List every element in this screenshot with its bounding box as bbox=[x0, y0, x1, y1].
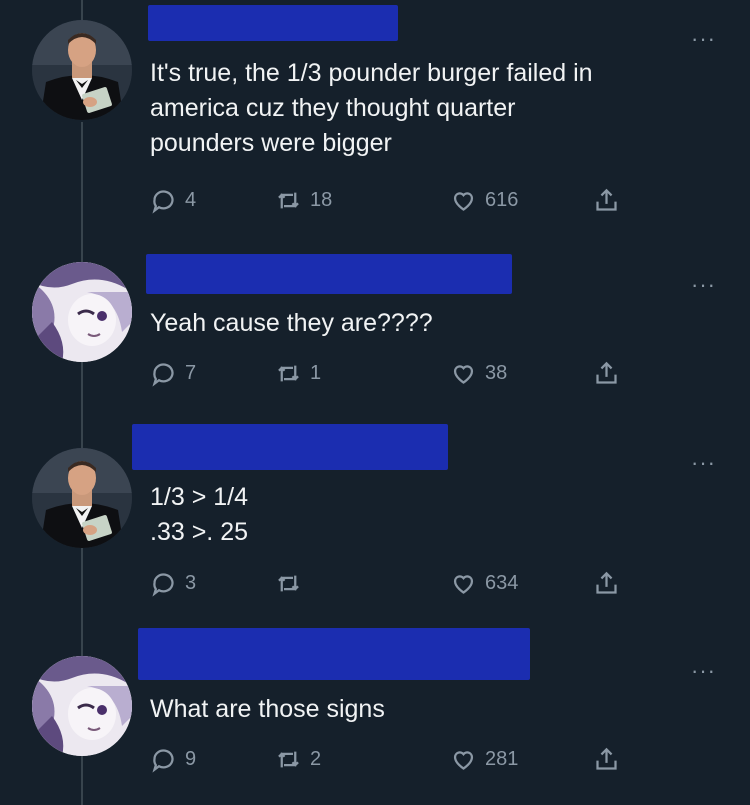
redacted-username bbox=[138, 628, 530, 680]
heart-icon bbox=[453, 575, 474, 594]
share-button[interactable] bbox=[593, 570, 620, 597]
tweet[interactable]: ··· What are those signs 9 2 281 bbox=[0, 628, 750, 805]
like-button[interactable]: 616 bbox=[450, 187, 518, 214]
redacted-username bbox=[146, 254, 512, 294]
avatar-image bbox=[32, 20, 132, 120]
reply-button[interactable]: 9 bbox=[150, 746, 196, 773]
share-button[interactable] bbox=[593, 187, 620, 214]
tweet-actions: 3 634 bbox=[150, 570, 630, 604]
more-icon[interactable]: ··· bbox=[691, 660, 716, 682]
reply-icon bbox=[152, 363, 174, 387]
tweet-text: It's true, the 1/3 pounder burger failed… bbox=[150, 59, 593, 157]
reply-count: 3 bbox=[185, 572, 197, 594]
like-button[interactable]: 281 bbox=[450, 746, 518, 773]
tweet[interactable]: ··· It's true, the 1/3 pounder burger fa… bbox=[0, 0, 750, 250]
tweet-text: 1/3 > 1/4 .33 >. 25 bbox=[150, 483, 248, 546]
avatar-image bbox=[32, 448, 132, 548]
share-icon bbox=[596, 188, 617, 211]
share-icon bbox=[596, 361, 617, 384]
reply-icon bbox=[152, 190, 174, 214]
like-count: 281 bbox=[485, 748, 519, 770]
avatar-image bbox=[32, 656, 132, 756]
reply-button[interactable]: 7 bbox=[150, 360, 196, 387]
like-button[interactable]: 38 bbox=[450, 360, 507, 387]
reply-count: 4 bbox=[185, 189, 197, 211]
redacted-username bbox=[132, 424, 448, 470]
avatar[interactable] bbox=[32, 262, 132, 362]
tweet[interactable]: ··· 1/3 > 1/4 .33 >. 25 3 634 bbox=[0, 424, 750, 640]
reply-icon bbox=[152, 573, 174, 597]
retweet-icon bbox=[278, 751, 299, 768]
retweet-icon bbox=[278, 365, 299, 382]
retweet-button[interactable]: 18 bbox=[275, 187, 332, 214]
like-count: 634 bbox=[485, 572, 519, 594]
retweet-count: 1 bbox=[310, 362, 322, 384]
share-icon bbox=[596, 571, 617, 594]
heart-icon bbox=[453, 365, 474, 384]
tweet-actions: 4 18 616 bbox=[150, 187, 630, 221]
share-icon bbox=[596, 747, 617, 770]
retweet-button[interactable]: 2 bbox=[275, 746, 321, 773]
tweet-actions: 9 2 281 bbox=[150, 746, 630, 780]
redacted-username bbox=[148, 5, 398, 41]
avatar[interactable] bbox=[32, 448, 132, 548]
reply-icon bbox=[152, 749, 174, 773]
share-button[interactable] bbox=[593, 746, 620, 773]
heart-icon bbox=[453, 751, 474, 770]
avatar-image bbox=[32, 262, 132, 362]
heart-icon bbox=[453, 192, 474, 211]
like-count: 38 bbox=[485, 362, 508, 384]
share-button[interactable] bbox=[593, 360, 620, 387]
like-count: 616 bbox=[485, 189, 519, 211]
retweet-count: 18 bbox=[310, 189, 333, 211]
retweet-button[interactable]: 1 bbox=[275, 360, 321, 387]
more-icon[interactable]: ··· bbox=[691, 452, 716, 474]
retweet-count: 2 bbox=[310, 748, 322, 770]
reply-count: 9 bbox=[185, 748, 197, 770]
tweet-text: What are those signs bbox=[150, 695, 385, 723]
retweet-icon bbox=[278, 575, 299, 592]
reply-button[interactable]: 3 bbox=[150, 570, 196, 597]
tweet-actions: 7 1 38 bbox=[150, 360, 630, 394]
more-icon[interactable]: ··· bbox=[691, 28, 716, 50]
avatar[interactable] bbox=[32, 656, 132, 756]
retweet-icon bbox=[278, 192, 299, 209]
tweet[interactable]: ··· Yeah cause they are???? 7 1 38 bbox=[0, 250, 750, 430]
more-icon[interactable]: ··· bbox=[691, 274, 716, 296]
reply-count: 7 bbox=[185, 362, 197, 384]
like-button[interactable]: 634 bbox=[450, 570, 518, 597]
retweet-button[interactable] bbox=[275, 570, 310, 597]
reply-button[interactable]: 4 bbox=[150, 187, 196, 214]
avatar[interactable] bbox=[32, 20, 132, 120]
tweet-text: Yeah cause they are???? bbox=[150, 309, 433, 337]
